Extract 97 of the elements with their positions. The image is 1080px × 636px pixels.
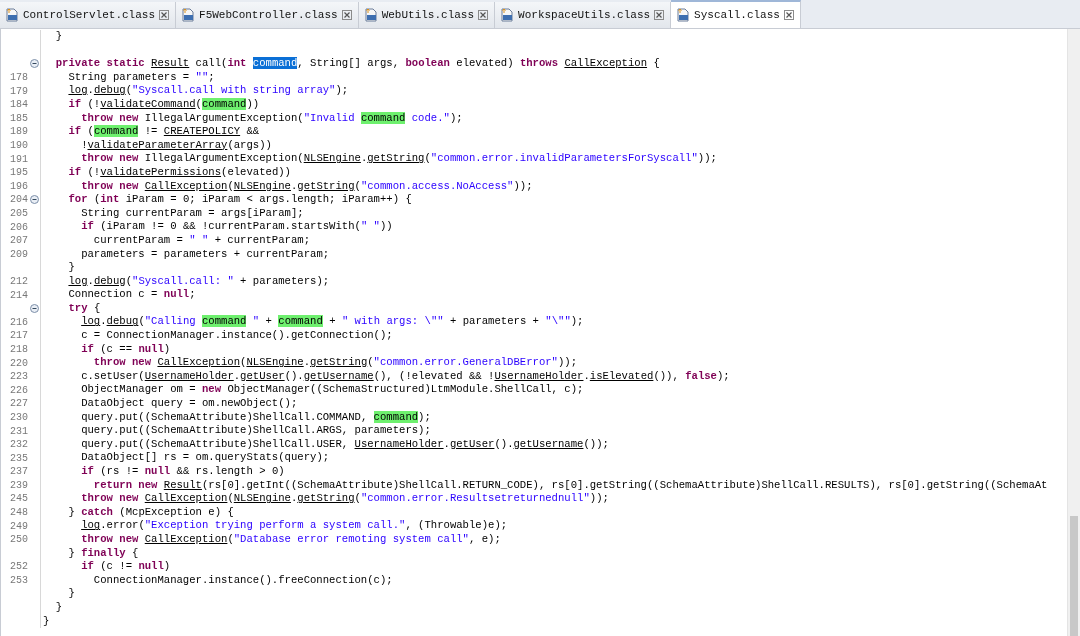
line-number: 235 — [10, 452, 28, 464]
code-line: !validateParameterArray(args)) — [80, 138, 272, 153]
line-number: 248 — [10, 507, 28, 519]
line-number: 250 — [10, 534, 28, 546]
code-line: } — [54, 600, 63, 615]
class-file-icon — [6, 8, 19, 22]
code-line: if (!validatePermissions(elevated)) — [67, 165, 291, 180]
code-line: } — [67, 261, 75, 275]
line-number: 184 — [10, 99, 28, 111]
close-icon[interactable] — [783, 10, 794, 20]
code-line: c = ConnectionManager.instance().getConnection(); — [80, 329, 393, 343]
line-number: 232 — [10, 439, 28, 451]
collapse-icon[interactable] — [29, 59, 39, 69]
line-number: 191 — [10, 153, 28, 165]
line-number: 204 — [10, 194, 28, 206]
code-line: return new Result(rs[0].getInt((SchemaAttribute)ShellCall.RETURN_CODE), rs[0].getString((SchemaAttribute)ShellCall.RESULTS), rs[0].getString((SchemaAt — [92, 478, 1048, 493]
line-number: 209 — [10, 248, 28, 260]
vertical-scrollbar[interactable] — [1067, 29, 1080, 636]
line-number: 231 — [10, 425, 28, 437]
code-line: query.put((SchemaAttribute)ShellCall.ARGS, parameters); — [80, 424, 431, 438]
code-line: query.put((SchemaAttribute)ShellCall.COMMAND, command); — [80, 410, 431, 425]
line-number: 227 — [10, 398, 28, 410]
code-line: Connection c = null; — [67, 288, 196, 302]
code-line: if (command != CREATEPOLICY && — [67, 125, 260, 139]
code-line: log.debug("Calling command " + command + " with args: \"" + parameters + "\""); — [80, 315, 584, 330]
code-line: log.debug("Syscall.call: " + parameters); — [67, 274, 330, 289]
code-line: if (iParam != 0 && !currentParam.startsWith(" ")) — [80, 220, 393, 234]
line-number: 223 — [10, 371, 28, 383]
line-number: 185 — [10, 112, 28, 124]
code-line: DataObject[] rs = om.queryStats(query); — [80, 451, 330, 465]
editor-tab[interactable]: F5WebController.class — [176, 2, 359, 28]
line-number: 226 — [10, 384, 28, 396]
code-line: currentParam = " " + currentParam; — [92, 233, 310, 248]
code-line: if (rs != null && rs.length > 0) — [80, 465, 285, 479]
line-number: 216 — [10, 316, 28, 328]
code-line: throw new CallException(NLSEngine.getString("common.access.NoAccess")); — [80, 179, 533, 194]
line-number: 190 — [10, 140, 28, 152]
code-line: for (int iParam = 0; iParam < args.length; iParam++) { — [67, 193, 412, 207]
line-number: 195 — [10, 167, 28, 179]
editor-tab[interactable]: Syscall.class — [671, 0, 801, 28]
line-number: 230 — [10, 411, 28, 423]
code-line: } — [67, 587, 75, 601]
code-line: } — [42, 614, 50, 629]
editor-tab[interactable]: ControlServlet.class — [0, 2, 177, 28]
line-number: 249 — [10, 520, 28, 532]
code-line: private static Result call(int command, String[] args, boolean elevated) throws CallException { — [54, 57, 660, 71]
close-icon[interactable] — [159, 10, 170, 20]
line-number: 217 — [10, 330, 28, 342]
close-icon[interactable] — [341, 10, 352, 20]
line-number: 205 — [10, 208, 28, 219]
line-number: 220 — [10, 357, 28, 369]
code-line: throw new CallException(NLSEngine.getString("common.error.Resultsetreturnednull")); — [80, 492, 609, 506]
class-file-icon — [364, 8, 378, 22]
code-line: parameters = parameters + currentParam; — [80, 247, 330, 262]
code-line: log.error("Exception trying perform a system call.", (Throwable)e); — [80, 519, 508, 533]
code-line: if (!validateCommand(command)) — [67, 97, 260, 112]
code-line: if (c == null) — [80, 342, 171, 357]
line-number: 214 — [10, 289, 28, 301]
code-line: query.put((SchemaAttribute)ShellCall.USER, UsernameHolder.getUser().getUsername()); — [80, 437, 609, 452]
code-line: log.debug("Syscall.call with string array"); — [67, 84, 349, 98]
line-number: 212 — [10, 276, 28, 287]
line-number: 178 — [10, 72, 28, 84]
code-line: DataObject query = om.newObject(); — [80, 397, 298, 411]
code-line: if (c != null) — [80, 560, 171, 574]
code-line: } — [54, 30, 63, 44]
line-number: 189 — [10, 126, 28, 138]
code-line: throw new CallException(NLSEngine.getString("common.error.GeneralDBError")); — [92, 356, 578, 370]
code-line: ConnectionManager.instance().freeConnection(c); — [92, 573, 393, 588]
close-icon[interactable] — [654, 10, 665, 20]
class-file-icon — [501, 8, 515, 22]
editor-tab[interactable]: WebUtils.class — [358, 2, 496, 28]
code-line: } finally { — [67, 546, 139, 561]
code-line: try { — [67, 301, 101, 316]
code-line: String currentParam = args[iParam]; — [80, 206, 304, 221]
class-file-icon — [182, 8, 196, 22]
line-number: 237 — [10, 466, 28, 478]
collapse-icon[interactable] — [29, 195, 39, 205]
class-file-icon — [677, 8, 691, 22]
editor-tab[interactable]: WorkspaceUtils.class — [495, 2, 672, 28]
line-number: 218 — [10, 343, 28, 355]
code-line: throw new IllegalArgumentException(NLSEngine.getString("common.error.invalidParametersForSyscall")); — [80, 152, 717, 166]
code-line: c.setUser(UsernameHolder.getUser().getUsername(), (!elevated && !UsernameHolder.isElevated()), false); — [80, 369, 730, 384]
close-icon[interactable] — [478, 10, 489, 20]
line-number: 252 — [10, 561, 28, 573]
code-line: ObjectManager om = new ObjectManager((SchemaStructured)LtmModule.ShellCall, c); — [80, 383, 584, 398]
code-line: throw new CallException("Database error remoting system call", e); — [80, 532, 501, 547]
line-number: 245 — [10, 493, 28, 505]
code-line: String parameters = ""; — [67, 70, 215, 85]
code-line: } catch (McpException e) { — [67, 505, 234, 520]
line-number: 253 — [10, 575, 28, 587]
line-number: 206 — [10, 221, 28, 233]
code-line: throw new IllegalArgumentException("Invalid command code."); — [80, 111, 463, 126]
line-number: 239 — [10, 479, 28, 491]
line-number: 207 — [10, 235, 28, 247]
line-number: 179 — [10, 85, 28, 97]
line-number: 196 — [10, 180, 28, 192]
collapse-icon[interactable] — [29, 304, 39, 314]
